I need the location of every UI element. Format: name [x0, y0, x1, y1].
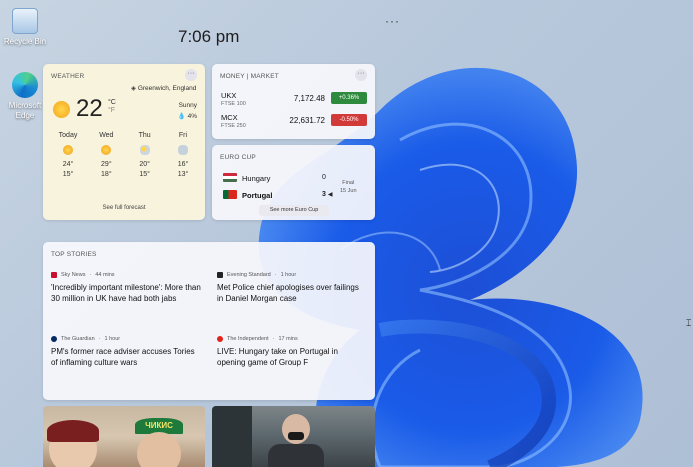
recycle-bin-desktop-icon[interactable]: Recycle Bin	[2, 8, 48, 47]
story-item[interactable]: Evening Standard · 1 hour Met Police chief…	[217, 272, 367, 304]
stock-change-badge: +0.36%	[331, 92, 367, 104]
story-source: Evening Standard · 1 hour	[217, 272, 367, 278]
recycle-bin-icon	[12, 8, 38, 34]
weather-more-button[interactable]: ···	[185, 69, 197, 81]
team-row: Portugal	[223, 190, 272, 200]
stock-price: 7,172.48	[293, 94, 325, 103]
portugal-flag-icon	[223, 190, 237, 199]
team-row: Hungary	[223, 173, 270, 183]
forecast-day: Wed 29° 18°	[99, 132, 114, 178]
story-headline[interactable]: LIVE: Hungary take on Portugal in openin…	[217, 346, 367, 368]
see-full-forecast-link[interactable]: See full forecast	[43, 205, 205, 211]
story-item[interactable]: The Independent · 17 mins LIVE: Hungary ta…	[217, 336, 367, 368]
recycle-bin-label: Recycle Bin	[3, 37, 47, 46]
story-item[interactable]: The Guardian · 1 hour PM's former race adv…	[51, 336, 201, 368]
widgets-more-button[interactable]: ···	[385, 14, 400, 28]
euro-cup-widget[interactable]: EURO CUP Hungary 0 Portugal 3 ◀ Final 15 …	[212, 145, 375, 220]
top-stories-widget[interactable]: TOP STORIES Sky News · 44 mins 'Incredibly…	[43, 242, 375, 400]
hungary-flag-icon	[223, 173, 237, 182]
stock-index: FTSE 250	[221, 123, 246, 129]
photo-person	[137, 432, 181, 467]
story-source: The Guardian · 1 hour	[51, 336, 201, 342]
story-headline[interactable]: 'Incredibly important milestone': More t…	[51, 282, 201, 304]
forecast-day: Fri 16° 13°	[177, 132, 189, 178]
forecast-day: Thu 20° 15°	[138, 132, 151, 178]
partly-cloudy-icon	[139, 145, 150, 155]
team-score: 0	[322, 174, 326, 181]
weather-condition: Sunny 💧 4%	[177, 102, 197, 120]
edge-label: Microsoft Edge	[8, 101, 42, 120]
widgets-time: 7:06 pm	[178, 27, 240, 46]
car-door-shape	[212, 406, 252, 467]
forecast-day: Today 24° 15°	[58, 132, 78, 178]
sun-icon	[63, 145, 73, 155]
edge-icon	[12, 72, 38, 98]
weather-temperature: 22	[76, 95, 103, 122]
stock-row[interactable]: UKX FTSE 100 7,172.48 +0.36%	[221, 91, 367, 111]
see-more-euro-cup-button[interactable]: See more Euro Cup	[259, 205, 329, 216]
hat-shape	[47, 420, 99, 442]
market-title: MONEY | MARKET	[220, 73, 279, 80]
stock-index: FTSE 100	[221, 101, 246, 107]
independent-logo-icon	[217, 336, 223, 342]
weather-forecast-days: Today 24° 15° Wed 29° 18° Thu 20° 15° Fr…	[53, 131, 198, 180]
match-status: Final 15 Jun	[340, 180, 357, 194]
story-headline[interactable]: Met Police chief apologises over failing…	[217, 282, 367, 304]
top-stories-title: TOP STORIES	[51, 251, 97, 258]
evening-standard-logo-icon	[217, 272, 223, 278]
weather-unit-toggle[interactable]: °C °F	[108, 99, 116, 115]
stock-row[interactable]: MCX FTSE 250 22,631.72 -0.50%	[221, 113, 367, 133]
mouse-cursor-icon: ⌶	[686, 318, 692, 328]
face-mask-shape	[288, 432, 304, 440]
weather-widget[interactable]: WEATHER ··· ◈ Greenwich, England 22 °C °F…	[43, 64, 205, 220]
sun-icon	[101, 145, 112, 155]
news-photo-card[interactable]: ЧИКИС	[43, 406, 205, 467]
rain-icon	[177, 145, 188, 155]
weather-location: ◈ Greenwich, England	[131, 85, 197, 92]
stock-symbol: UKX	[221, 91, 237, 100]
edge-desktop-icon[interactable]: Microsoft Edge	[2, 72, 48, 121]
story-source: The Independent · 17 mins	[217, 336, 367, 342]
story-source: Sky News · 44 mins	[51, 272, 201, 278]
sun-icon	[53, 101, 70, 118]
story-item[interactable]: Sky News · 44 mins 'Incredibly important m…	[51, 272, 201, 304]
suit-shape	[268, 444, 324, 467]
team-score: 3 ◀	[322, 191, 333, 198]
sky-news-logo-icon	[51, 272, 57, 278]
market-more-button[interactable]: ···	[355, 69, 367, 81]
stock-symbol: MCX	[221, 113, 238, 122]
guardian-logo-icon	[51, 336, 57, 342]
euro-cup-title: EURO CUP	[220, 154, 256, 161]
story-headline[interactable]: PM's former race adviser accuses Tories …	[51, 346, 201, 368]
stock-price: 22,631.72	[289, 116, 325, 125]
weather-title: WEATHER	[51, 73, 85, 80]
news-photo-card[interactable]	[212, 406, 375, 467]
market-widget[interactable]: MONEY | MARKET ··· UKX FTSE 100 7,172.48…	[212, 64, 375, 139]
stock-change-badge: -0.50%	[331, 114, 367, 126]
